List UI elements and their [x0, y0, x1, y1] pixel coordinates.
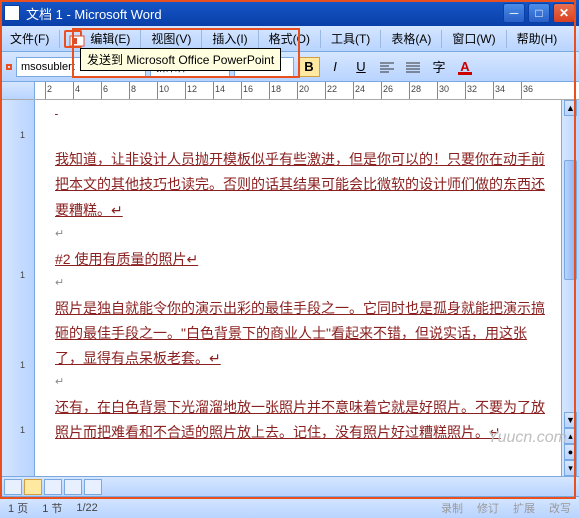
menu-edit[interactable]: 编辑(E)	[84, 27, 136, 50]
prev-page-button[interactable]: ▴	[564, 428, 577, 444]
window-title: 文档 1 - Microsoft Word	[26, 4, 503, 23]
separator	[258, 30, 259, 48]
menu-format[interactable]: 格式(O)	[263, 27, 316, 50]
paragraph-2: #2 使用有质量的照片↵	[55, 247, 549, 272]
document-page[interactable]: 我知道，让非设计人员抛开模板似乎有些激进，但是你可以的！只要你在动手前把本文的其…	[35, 100, 561, 476]
status-rev: 修订	[477, 500, 499, 516]
paragraph-mark: ↵	[55, 277, 64, 289]
menu-insert[interactable]: 插入(I)	[206, 27, 253, 50]
menu-view[interactable]: 视图(V)	[145, 27, 197, 50]
menu-window[interactable]: 窗口(W)	[446, 27, 501, 50]
view-bar	[0, 476, 579, 496]
separator	[140, 30, 141, 48]
browse-object-button[interactable]: ●	[564, 444, 577, 460]
tooltip-highlight: 发送到 Microsoft Office PowerPoint	[6, 64, 12, 70]
word-app-icon	[4, 5, 20, 21]
char-spacing-button[interactable]: 字	[428, 57, 450, 77]
menu-tools[interactable]: 工具(T)	[325, 27, 376, 50]
menu-help[interactable]: 帮助(H)	[511, 27, 564, 50]
menu-table[interactable]: 表格(A)	[385, 27, 437, 50]
status-bar: 1 页 1 节 1/22 录制 修订 扩展 改写	[0, 496, 579, 518]
close-button[interactable]: ✕	[553, 3, 575, 23]
status-ext: 扩展	[513, 500, 535, 516]
status-pages: 1/22	[76, 502, 97, 514]
font-color-button[interactable]: A	[454, 57, 476, 77]
vertical-scrollbar[interactable]: ▲ ▼ ▴ ● ▾	[561, 100, 579, 476]
separator	[506, 30, 507, 48]
status-rec: 录制	[441, 500, 463, 516]
scroll-thumb[interactable]	[564, 160, 577, 280]
menu-file[interactable]: 文件(F)	[4, 27, 55, 50]
paragraph-mark: ↵	[55, 228, 64, 240]
separator	[441, 30, 442, 48]
outline-view-button[interactable]	[64, 479, 82, 495]
status-ovr: 改写	[549, 500, 571, 516]
titlebar: 文档 1 - Microsoft Word ─ □ ✕	[0, 0, 579, 26]
underline-button[interactable]: U	[350, 57, 372, 77]
paragraph-mark: ↵	[55, 376, 64, 388]
align-left-button[interactable]	[376, 57, 398, 77]
ruler-corner	[0, 82, 35, 99]
bold-button[interactable]: B	[298, 57, 320, 77]
tooltip: 发送到 Microsoft Office PowerPoint	[80, 48, 281, 71]
separator	[380, 30, 381, 48]
horizontal-ruler-area: 24681012141618202224262830323436	[0, 82, 579, 100]
paragraph-4: 还有，在白色背景下光溜溜地放一张照片并不意味着它就是好照片。不要为了放照片而把难…	[55, 395, 549, 445]
print-layout-view-button[interactable]	[24, 479, 42, 495]
web-layout-view-button[interactable]	[44, 479, 62, 495]
document-area: 1 1 1 1 我知道，让非设计人员抛开模板似乎有些激进，但是你可以的！只要你在…	[0, 100, 579, 476]
next-page-button[interactable]: ▾	[564, 460, 577, 476]
scroll-down-button[interactable]: ▼	[564, 412, 577, 428]
horizontal-ruler[interactable]: 24681012141618202224262830323436	[35, 82, 579, 99]
paragraph-3: 照片是独自就能令你的演示出彩的最佳手段之一。它同时也是孤身就能把演示搞砸的最佳手…	[55, 296, 549, 372]
status-section: 1 节	[42, 500, 62, 516]
paragraph-1: 我知道，让非设计人员抛开模板似乎有些激进，但是你可以的！只要你在动手前把本文的其…	[55, 147, 549, 223]
maximize-button[interactable]: □	[528, 3, 550, 23]
separator	[201, 30, 202, 48]
reading-view-button[interactable]	[84, 479, 102, 495]
status-page: 1 页	[8, 500, 28, 516]
separator	[320, 30, 321, 48]
formatting-toolbar: 发送到 Microsoft Office PowerPoint B I U 字 …	[0, 52, 579, 82]
vertical-ruler[interactable]: 1 1 1 1	[0, 100, 35, 476]
scroll-up-button[interactable]: ▲	[564, 100, 577, 116]
italic-button[interactable]: I	[324, 57, 346, 77]
normal-view-button[interactable]	[4, 479, 22, 495]
align-justify-button[interactable]	[402, 57, 424, 77]
separator	[59, 30, 60, 48]
minimize-button[interactable]: ─	[503, 3, 525, 23]
send-to-powerpoint-icon[interactable]	[64, 30, 82, 48]
